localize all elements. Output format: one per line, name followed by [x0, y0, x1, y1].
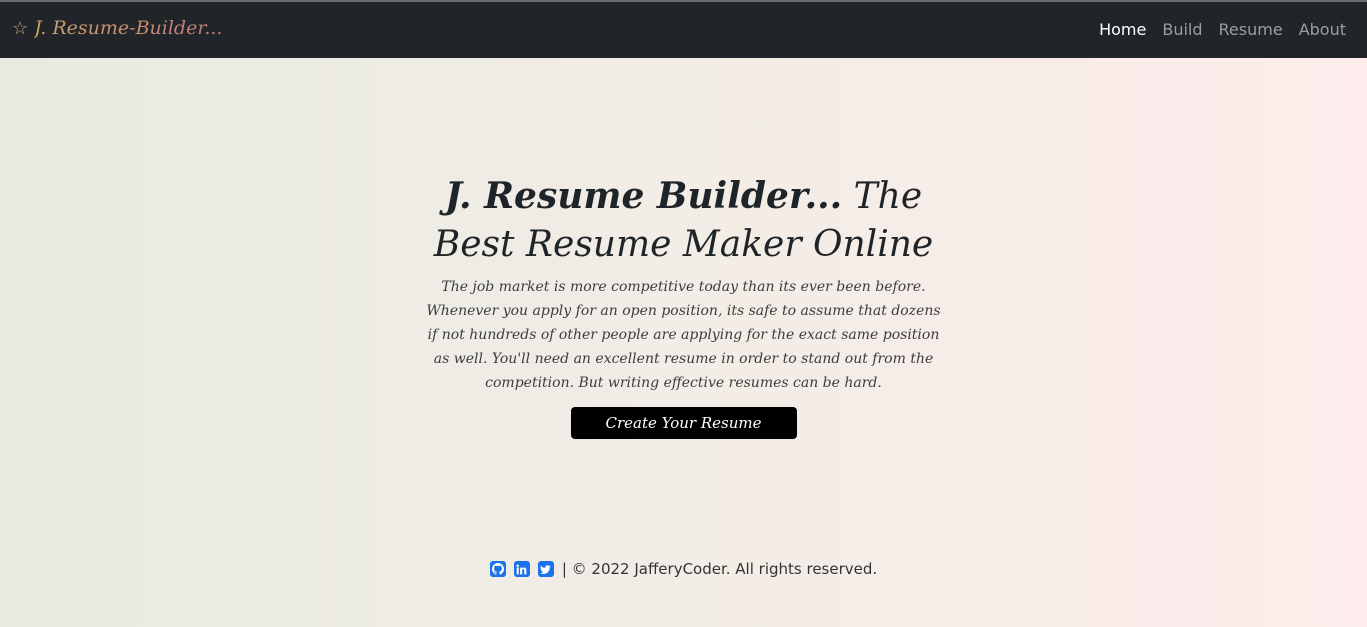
hero-title-bold: J. Resume Builder... [444, 175, 843, 217]
create-resume-button[interactable]: Create Your Resume [570, 407, 797, 439]
twitter-icon[interactable] [537, 561, 554, 577]
hero-title: J. Resume Builder... The Best Resume Mak… [404, 172, 964, 269]
navbar: ☆ J. Resume-Builder... Home Build Resume… [0, 2, 1367, 58]
brand-text: J. Resume-Builder... [34, 17, 223, 39]
nav-link-home[interactable]: Home [1099, 20, 1146, 39]
social-links [489, 561, 554, 577]
github-icon[interactable] [489, 561, 506, 577]
nav-links: Home Build Resume About [1099, 20, 1346, 39]
linkedin-icon[interactable] [513, 561, 530, 577]
hero-section: J. Resume Builder... The Best Resume Mak… [0, 172, 1367, 439]
nav-link-about[interactable]: About [1299, 20, 1346, 39]
star-icon: ☆ [12, 17, 29, 39]
nav-link-resume[interactable]: Resume [1219, 20, 1283, 39]
nav-link-build[interactable]: Build [1162, 20, 1202, 39]
footer: | © 2022 JafferyCoder. All rights reserv… [0, 560, 1367, 578]
brand-link[interactable]: ☆ J. Resume-Builder... [12, 17, 222, 39]
hero-description: The job market is more competitive today… [426, 279, 941, 391]
copyright-text: | © 2022 JafferyCoder. All rights reserv… [561, 560, 878, 578]
